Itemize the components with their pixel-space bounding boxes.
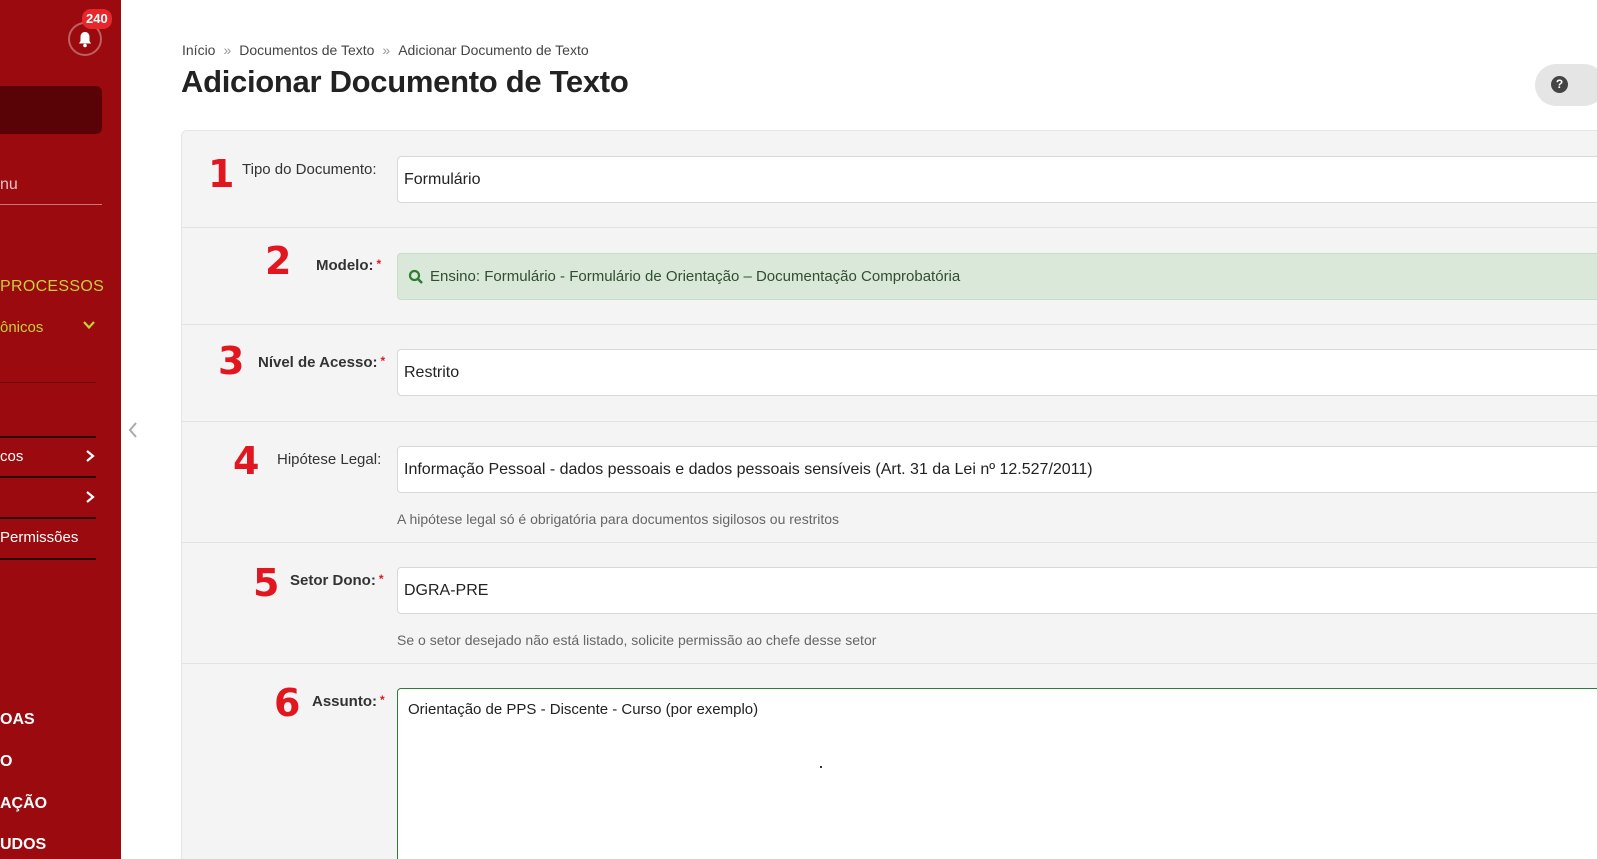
assunto-label-text: Assunto: <box>312 693 377 710</box>
nivel-acesso-label-text: Nível de Acesso: <box>258 354 378 371</box>
sidebar-caption-1[interactable]: O <box>0 753 12 771</box>
tipo-documento-field[interactable]: Formulário <box>397 156 1597 203</box>
required-marker: * <box>380 354 386 368</box>
cursor-dot <box>820 766 822 768</box>
step-number-1: 1 <box>208 152 235 196</box>
sidebar-divider <box>0 558 96 560</box>
sidebar-caption-0[interactable]: OAS <box>0 711 35 729</box>
sidebar-divider <box>0 436 96 438</box>
setor-dono-label-text: Setor Dono: <box>290 572 376 589</box>
nivel-acesso-field[interactable]: Restrito <box>397 349 1597 396</box>
sidebar-item-0[interactable]: cos <box>0 448 23 465</box>
assunto-label: Assunto: * <box>312 693 385 710</box>
sidebar-divider <box>0 382 96 383</box>
notification-count-badge: 240 <box>82 9 112 29</box>
breadcrumb-separator: » <box>223 42 232 58</box>
step-number-5: 5 <box>253 561 280 605</box>
step-number-4: 4 <box>233 439 260 483</box>
sidebar: 240 nu PROCESSOS ônicos cos Permissões O… <box>0 0 121 859</box>
step-number-2: 2 <box>265 239 292 283</box>
question-icon: ? <box>1551 76 1568 93</box>
nivel-acesso-value: Restrito <box>404 363 460 381</box>
row-divider <box>182 542 1597 543</box>
row-divider <box>182 663 1597 664</box>
page-title: Adicionar Documento de Texto <box>181 64 629 99</box>
breadcrumb-item-inicio[interactable]: Início <box>182 42 215 58</box>
sidebar-caption-2[interactable]: AÇÃO <box>0 795 47 813</box>
hipotese-legal-label: Hipótese Legal: <box>277 451 382 468</box>
breadcrumb-item-current: Adicionar Documento de Texto <box>398 42 589 58</box>
sidebar-section-processos: PROCESSOS <box>0 278 105 295</box>
breadcrumb: Início » Documentos de Texto » Adicionar… <box>182 42 589 58</box>
hipotese-legal-field[interactable]: Informação Pessoal - dados pessoais e da… <box>397 446 1597 493</box>
sidebar-divider <box>0 517 96 519</box>
step-number-6: 6 <box>274 681 301 725</box>
sidebar-item-eletronicos[interactable]: ônicos <box>0 319 43 336</box>
sidebar-item-permissoes[interactable]: Permissões <box>0 529 78 546</box>
sidebar-caption-3[interactable]: UDOS <box>0 836 46 854</box>
breadcrumb-item-documentos[interactable]: Documentos de Texto <box>239 42 374 58</box>
chevron-right-icon <box>86 491 95 503</box>
assunto-value: Orientação de PPS - Discente - Curso (po… <box>408 701 759 718</box>
setor-dono-label: Setor Dono: * <box>290 572 384 589</box>
row-divider <box>182 227 1597 228</box>
chevron-left-icon[interactable] <box>126 420 140 440</box>
hipotese-legal-value: Informação Pessoal - dados pessoais e da… <box>404 460 1093 478</box>
modelo-value: Ensino: Formulário - Formulário de Orien… <box>430 268 961 285</box>
sidebar-divider <box>0 476 96 478</box>
breadcrumb-separator: » <box>382 42 391 58</box>
row-divider <box>182 324 1597 325</box>
sidebar-user-block[interactable] <box>0 86 102 134</box>
sidebar-menu-search[interactable]: nu <box>0 176 18 194</box>
search-icon <box>408 269 424 285</box>
chevron-right-icon <box>86 450 95 462</box>
step-number-3: 3 <box>218 339 245 383</box>
setor-dono-field[interactable]: DGRA-PRE <box>397 567 1597 614</box>
nivel-acesso-label: Nível de Acesso: * <box>258 354 385 371</box>
modelo-field[interactable]: Ensino: Formulário - Formulário de Orien… <box>397 253 1597 300</box>
required-marker: * <box>378 572 384 586</box>
setor-dono-value: DGRA-PRE <box>404 581 489 599</box>
assunto-textarea[interactable]: Orientação de PPS - Discente - Curso (po… <box>397 688 1597 859</box>
chevron-down-icon <box>83 321 95 330</box>
tipo-documento-value: Formulário <box>404 170 481 188</box>
row-divider <box>182 421 1597 422</box>
tipo-documento-label: Tipo do Documento: <box>242 161 377 178</box>
modelo-label-text: Modelo: <box>316 257 374 274</box>
modelo-label: Modelo: * <box>316 257 381 274</box>
required-marker: * <box>376 257 382 271</box>
setor-dono-help: Se o setor desejado não está listado, so… <box>397 632 877 648</box>
hipotese-legal-help: A hipótese legal só é obrigatória para d… <box>397 511 840 527</box>
bell-icon <box>79 31 91 47</box>
required-marker: * <box>380 693 385 707</box>
sidebar-divider <box>0 204 102 205</box>
